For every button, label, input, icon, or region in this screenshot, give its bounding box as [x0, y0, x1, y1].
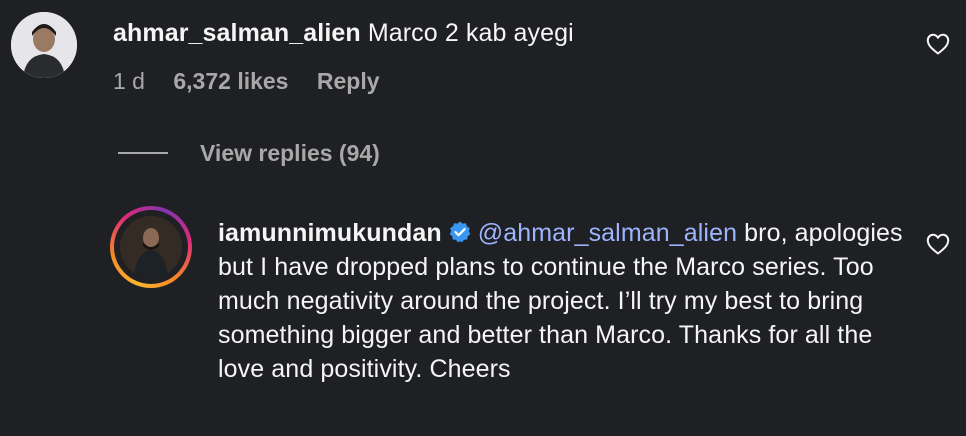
comment-1-username[interactable]: ahmar_salman_alien	[113, 19, 361, 47]
heart-outline-icon[interactable]	[926, 233, 950, 255]
commenter-avatar[interactable]	[11, 12, 77, 78]
reply-button[interactable]: Reply	[317, 68, 380, 94]
reply-avatar[interactable]	[120, 216, 182, 278]
view-replies-label: View replies (94)	[200, 140, 380, 166]
comment-1-time: 1 d	[113, 68, 145, 94]
view-replies-button[interactable]: View replies (94)	[118, 138, 380, 168]
comment-1-likes[interactable]: 6,372 likes	[173, 68, 288, 94]
comment-1: ahmar_salman_alien Marco 2 kab ayegi	[113, 16, 574, 50]
comment-1-meta: 1 d 6,372 likes Reply	[113, 66, 402, 96]
reply-avatar-image	[120, 216, 182, 278]
replies-divider-line	[118, 151, 168, 154]
heart-outline-icon[interactable]	[926, 33, 950, 55]
mention-link[interactable]: @ahmar_salman_alien	[478, 219, 737, 247]
verified-badge-icon	[449, 221, 471, 243]
comment-1-text: Marco 2 kab ayegi	[367, 19, 574, 47]
commenter-avatar-image	[11, 12, 77, 78]
comment-2: iamunnimukundan @ahmar_salman_alien bro, …	[218, 216, 908, 386]
comment-2-username[interactable]: iamunnimukundan	[218, 219, 442, 247]
